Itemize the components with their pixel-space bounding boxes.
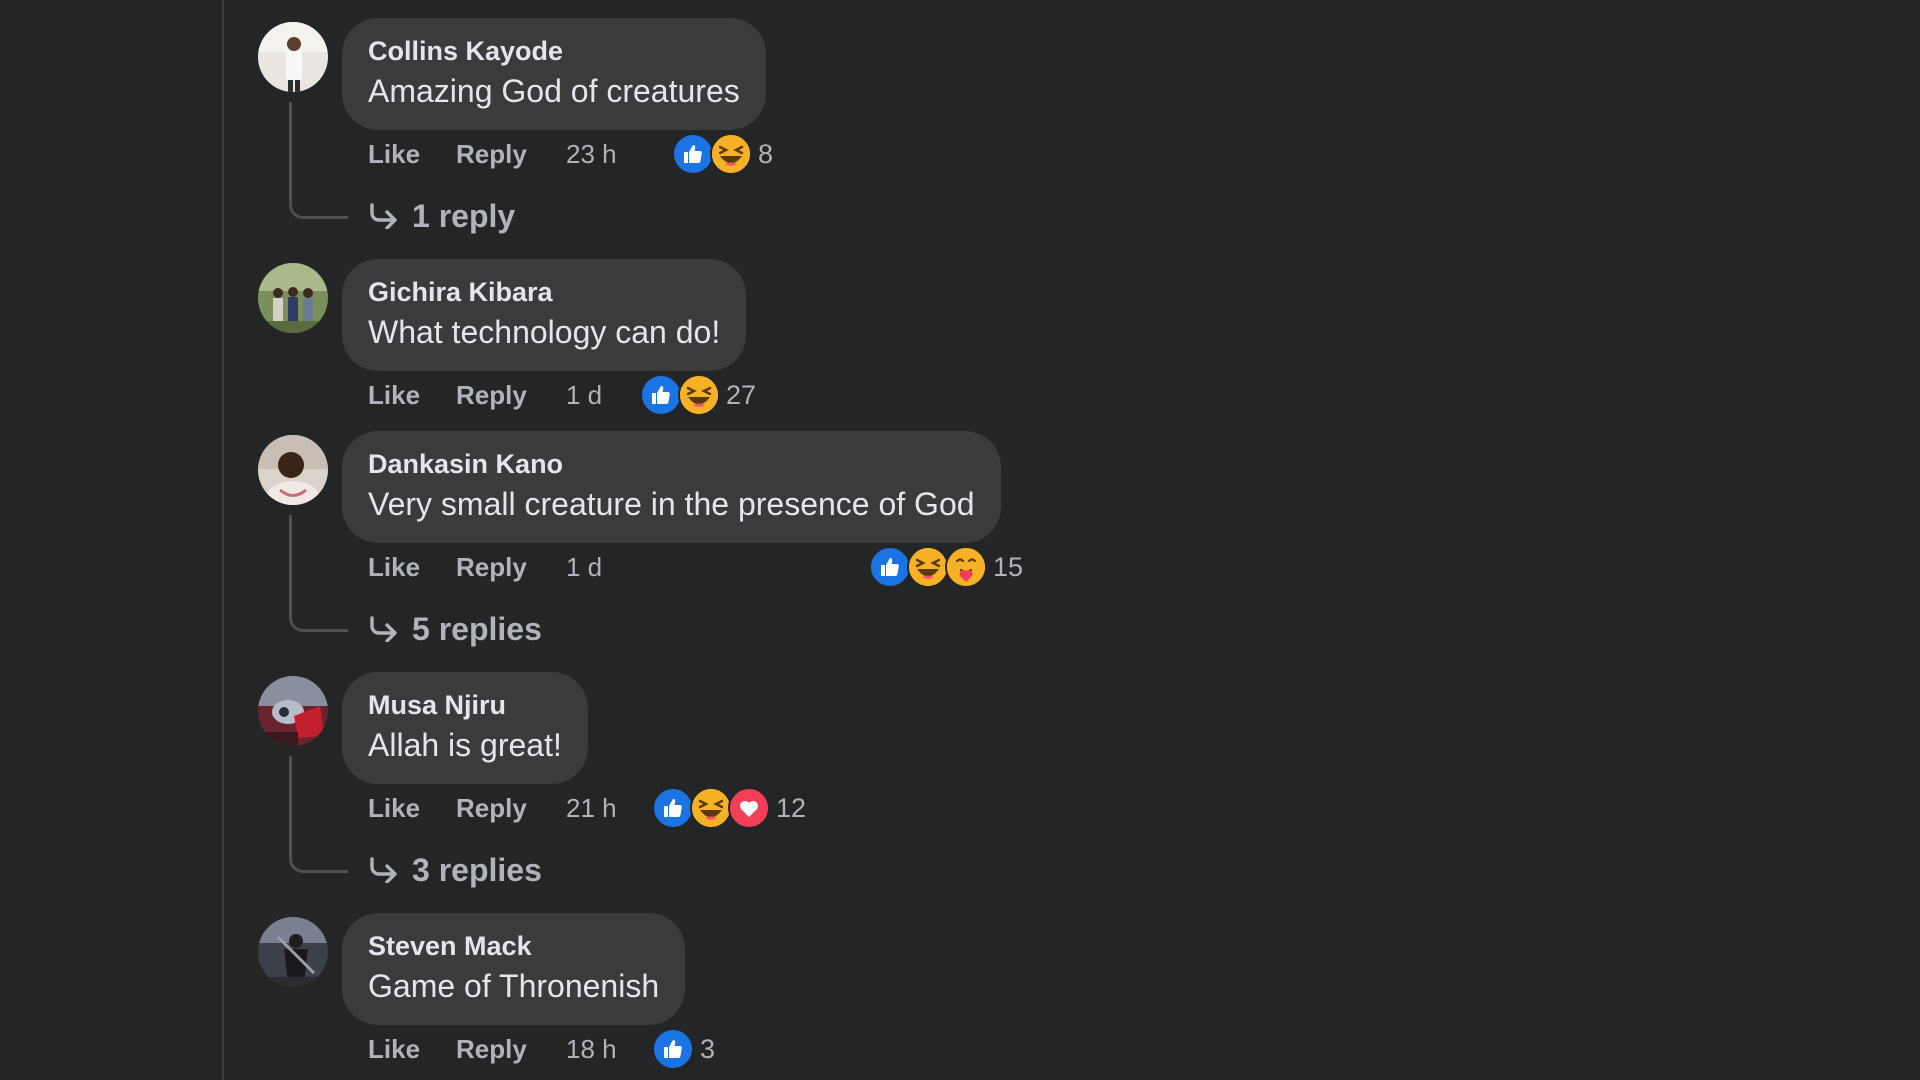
comment-text: What technology can do! xyxy=(368,314,721,350)
comment-actions: Like Reply 18 h xyxy=(368,1029,617,1069)
reply-button[interactable]: Reply xyxy=(456,552,566,583)
comment-timestamp[interactable]: 18 h xyxy=(566,1034,617,1065)
comment-actions: Like Reply 1 d xyxy=(368,375,602,415)
like-button[interactable]: Like xyxy=(368,139,456,170)
left-gutter xyxy=(0,0,222,1080)
comment-text: Very small creature in the presence of G… xyxy=(368,486,975,522)
view-replies-link[interactable]: 3 replies xyxy=(368,850,542,890)
comment-bubble: Collins Kayode Amazing God of creatures xyxy=(342,18,766,130)
comment-author[interactable]: Musa Njiru xyxy=(368,688,562,722)
comment-actions: Like Reply 21 h xyxy=(368,788,617,828)
like-icon xyxy=(640,374,682,416)
avatar[interactable] xyxy=(258,917,328,987)
haha-icon xyxy=(690,787,732,829)
haha-icon xyxy=(907,546,949,588)
reaction-summary[interactable]: 15 xyxy=(869,546,1024,588)
like-button[interactable]: Like xyxy=(368,793,456,824)
like-icon xyxy=(869,546,911,588)
thread-connector xyxy=(289,515,348,632)
reaction-count: 27 xyxy=(726,379,757,410)
comment-author[interactable]: Gichira Kibara xyxy=(368,275,720,309)
comment-author[interactable]: Collins Kayode xyxy=(368,34,740,68)
gutter-divider xyxy=(222,0,224,1080)
reply-arrow-icon xyxy=(368,616,398,642)
avatar[interactable] xyxy=(258,263,328,333)
reaction-count: 15 xyxy=(993,551,1024,582)
like-icon xyxy=(672,133,714,175)
comment-text: Amazing God of creatures xyxy=(368,73,740,109)
reaction-count: 12 xyxy=(776,792,807,823)
reaction-summary[interactable]: 3 xyxy=(652,1028,716,1070)
comment-timestamp[interactable]: 1 d xyxy=(566,380,602,411)
reaction-summary[interactable]: 8 xyxy=(672,133,774,175)
replies-count-label: 3 replies xyxy=(412,851,542,888)
comment-actions: Like Reply 23 h xyxy=(368,134,617,174)
reply-button[interactable]: Reply xyxy=(456,380,566,411)
like-icon xyxy=(652,787,694,829)
reply-arrow-icon xyxy=(368,857,398,883)
reaction-count: 8 xyxy=(758,138,774,169)
comment-bubble: Steven Mack Game of Thronenish xyxy=(342,913,686,1025)
reaction-summary[interactable]: 27 xyxy=(640,374,757,416)
view-replies-link[interactable]: 5 replies xyxy=(368,609,542,649)
care-icon xyxy=(945,546,987,588)
reaction-summary[interactable]: 12 xyxy=(652,787,807,829)
reply-arrow-icon xyxy=(368,203,398,229)
haha-icon xyxy=(678,374,720,416)
reaction-count: 3 xyxy=(700,1033,716,1064)
comment-timestamp[interactable]: 1 d xyxy=(566,552,602,583)
avatar[interactable] xyxy=(258,22,328,92)
replies-count-label: 1 reply xyxy=(412,197,516,234)
like-icon xyxy=(652,1028,694,1070)
comment-timestamp[interactable]: 23 h xyxy=(566,139,617,170)
like-button[interactable]: Like xyxy=(368,380,456,411)
comments-page: Collins Kayode Amazing God of creatures … xyxy=(0,0,1920,1080)
comment-bubble: Gichira Kibara What technology can do! xyxy=(342,259,747,371)
reply-button[interactable]: Reply xyxy=(456,793,566,824)
view-replies-link[interactable]: 1 reply xyxy=(368,196,515,236)
comment-author[interactable]: Dankasin Kano xyxy=(368,447,975,481)
haha-icon xyxy=(710,133,752,175)
comment-actions: Like Reply 1 d xyxy=(368,547,602,587)
comment-bubble: Dankasin Kano Very small creature in the… xyxy=(342,431,1001,543)
avatar[interactable] xyxy=(258,435,328,505)
comment-author[interactable]: Steven Mack xyxy=(368,929,659,963)
like-button[interactable]: Like xyxy=(368,552,456,583)
comment-text: Game of Thronenish xyxy=(368,968,660,1004)
comment-bubble: Musa Njiru Allah is great! xyxy=(342,672,588,784)
reply-button[interactable]: Reply xyxy=(456,1034,566,1065)
thread-connector xyxy=(289,756,348,873)
reply-button[interactable]: Reply xyxy=(456,139,566,170)
replies-count-label: 5 replies xyxy=(412,610,542,647)
comment-text: Allah is great! xyxy=(368,727,562,763)
love-icon xyxy=(728,787,770,829)
comment-timestamp[interactable]: 21 h xyxy=(566,793,617,824)
like-button[interactable]: Like xyxy=(368,1034,456,1065)
avatar[interactable] xyxy=(258,676,328,746)
thread-connector xyxy=(289,102,348,219)
